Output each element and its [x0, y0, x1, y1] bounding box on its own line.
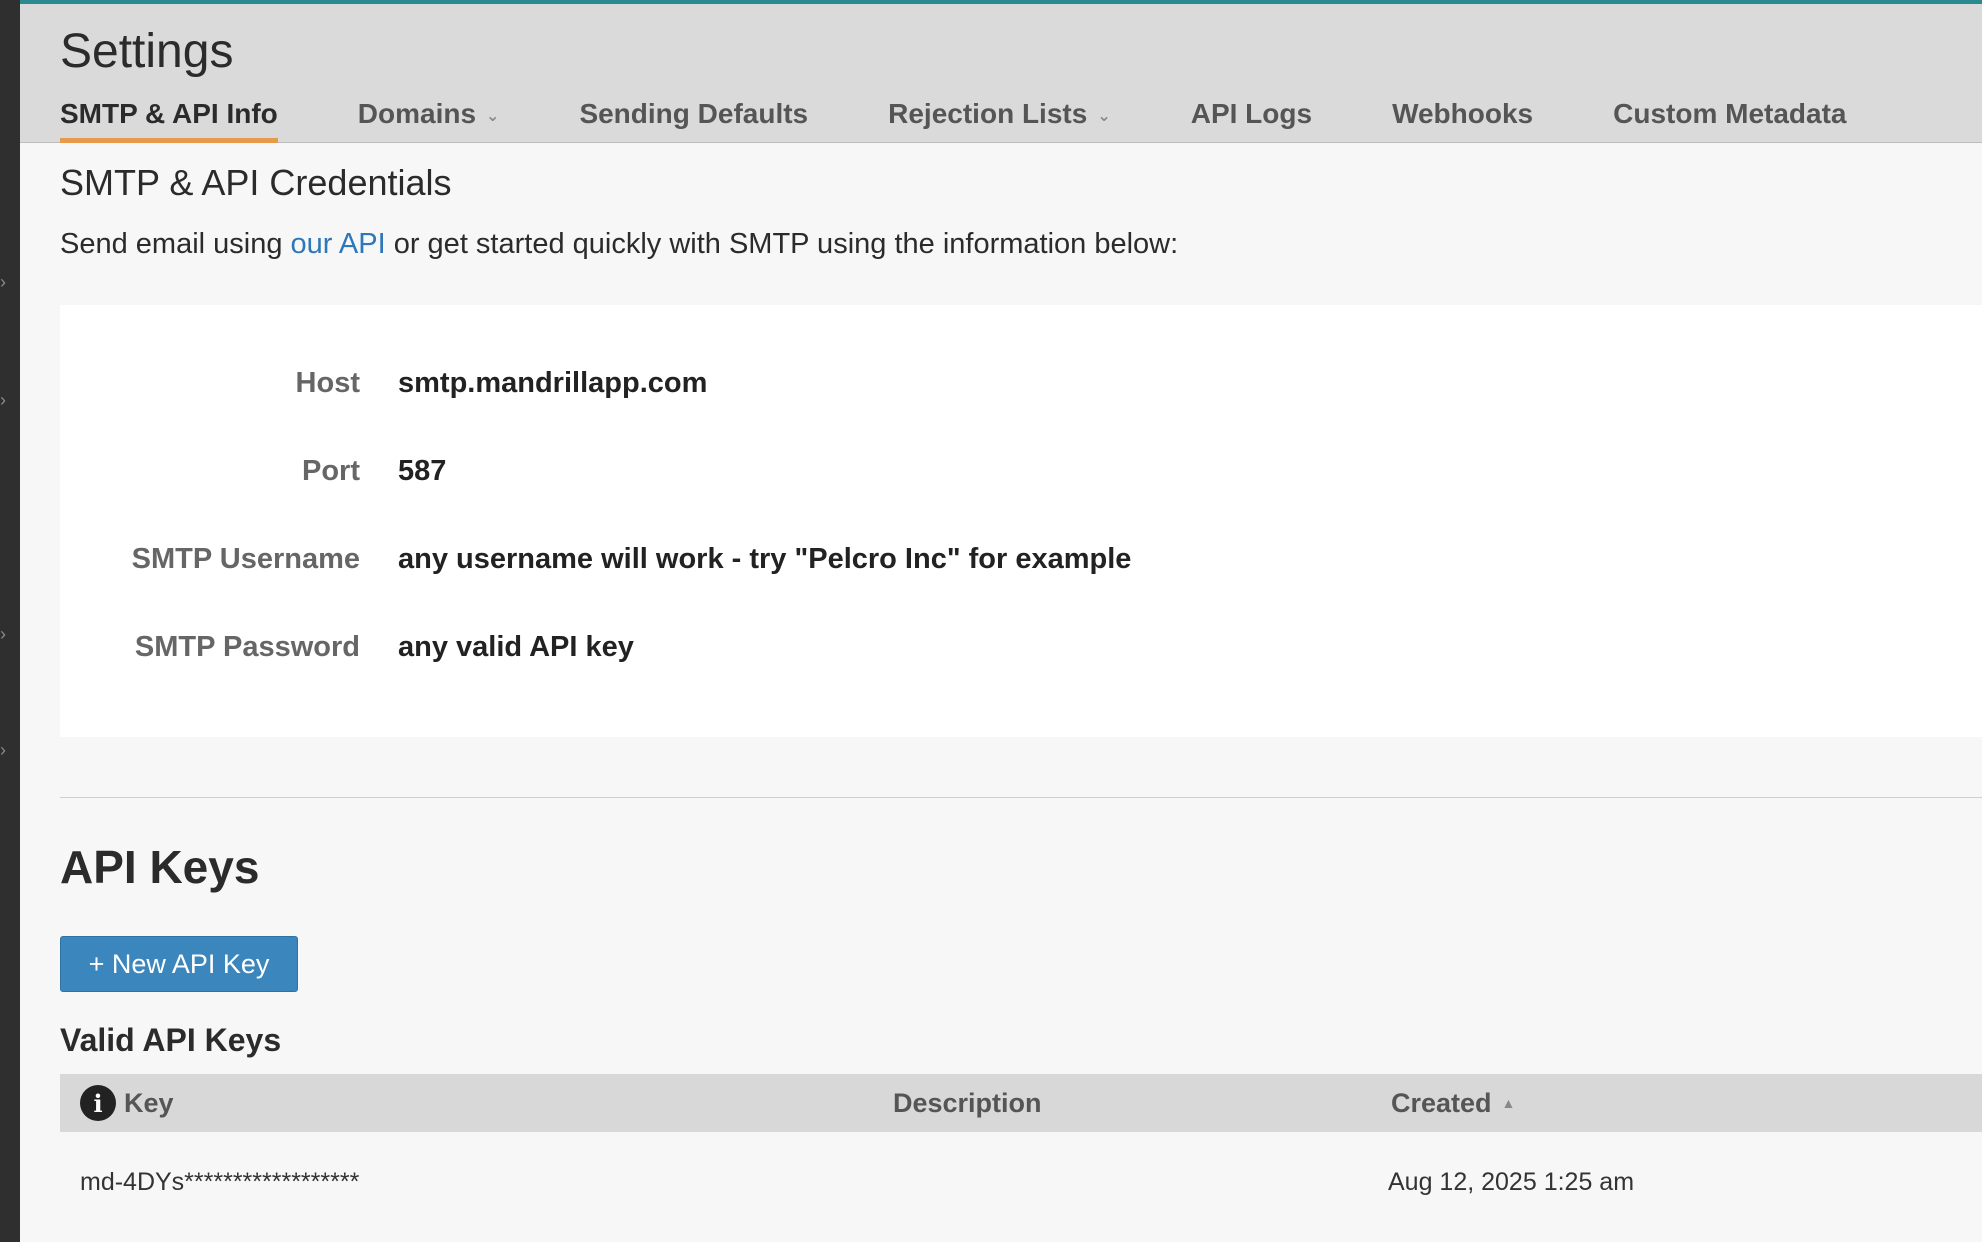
tab-label: Webhooks: [1392, 98, 1534, 129]
tab-label: Domains: [357, 98, 477, 129]
credential-value: 587: [398, 454, 447, 487]
chevron-down-icon: ⌄: [1097, 108, 1111, 125]
column-header-created[interactable]: Created ▲: [1391, 1074, 1515, 1132]
tab-api-logs[interactable]: API Logs: [1191, 92, 1312, 143]
tab-label: Sending Defaults: [579, 98, 809, 129]
api-keys-title: API Keys: [60, 841, 260, 893]
api-key-value: md-4DYs******************: [80, 1168, 360, 1196]
credentials-panel: Host smtp.mandrillapp.com Port 587 SMTP …: [60, 305, 1982, 737]
api-key-created: Aug 12, 2025 1:25 am: [1388, 1168, 1635, 1196]
column-label: Key: [124, 1087, 174, 1118]
chevron-right-icon[interactable]: ›: [0, 740, 14, 760]
tab-custom-metadata[interactable]: Custom Metadata: [1613, 92, 1846, 143]
tab-rejection-lists[interactable]: Rejection Lists ⌄: [888, 92, 1111, 143]
column-label: Description: [893, 1087, 1042, 1118]
tab-webhooks[interactable]: Webhooks: [1392, 92, 1533, 143]
credential-row-host: Host smtp.mandrillapp.com: [60, 363, 708, 403]
credentials-intro: Send email using our API or get started …: [60, 228, 1178, 261]
tab-sending-defaults[interactable]: Sending Defaults: [579, 92, 808, 143]
new-api-key-button[interactable]: + New API Key: [60, 936, 298, 992]
tab-domains[interactable]: Domains ⌄: [358, 92, 500, 143]
settings-header: Settings SMTP & API Info Domains ⌄ Sendi…: [20, 4, 1982, 143]
tab-label: Custom Metadata: [1613, 98, 1847, 129]
tab-label: SMTP & API Info: [60, 98, 278, 129]
info-icon[interactable]: i: [80, 1085, 116, 1121]
left-rail: › › › ›: [0, 0, 20, 1242]
table-row[interactable]: md-4DYs****************** Aug 12, 2025 1…: [60, 1132, 1982, 1236]
intro-text-after: or get started quickly with SMTP using t…: [385, 228, 1179, 260]
sort-ascending-icon[interactable]: ▲: [1502, 1095, 1516, 1111]
column-label: Created: [1391, 1087, 1492, 1118]
credential-label: SMTP Password: [134, 630, 360, 663]
credentials-title: SMTP & API Credentials: [60, 162, 452, 203]
chevron-right-icon[interactable]: ›: [0, 390, 14, 410]
chevron-right-icon[interactable]: ›: [0, 624, 14, 644]
api-keys-table-header: i Key Description Created ▲: [60, 1074, 1982, 1132]
main-content: Settings SMTP & API Info Domains ⌄ Sendi…: [20, 4, 1982, 1242]
credential-value: any username will work - try "Pelcro Inc…: [398, 542, 1132, 575]
chevron-right-icon[interactable]: ›: [0, 272, 14, 292]
credential-label: Host: [295, 366, 360, 399]
credential-value: any valid API key: [398, 630, 634, 663]
credential-value: smtp.mandrillapp.com: [398, 366, 708, 399]
column-header-description[interactable]: Description: [893, 1074, 1042, 1132]
credential-row-password: SMTP Password any valid API key: [60, 627, 634, 667]
credential-row-port: Port 587: [60, 451, 446, 491]
settings-tabs: SMTP & API Info Domains ⌄ Sending Defaul…: [60, 92, 1927, 143]
credential-row-username: SMTP Username any username will work - t…: [60, 539, 1132, 579]
tab-smtp-api-info[interactable]: SMTP & API Info: [60, 92, 278, 143]
tab-label: Rejection Lists: [888, 98, 1088, 129]
intro-text-before: Send email using: [60, 228, 291, 260]
chevron-down-icon: ⌄: [486, 108, 500, 125]
column-header-key[interactable]: i Key: [80, 1074, 174, 1132]
our-api-link[interactable]: our API: [291, 228, 386, 260]
credential-label: SMTP Username: [131, 542, 360, 575]
credential-label: Port: [302, 454, 360, 487]
page-title: Settings: [60, 25, 234, 78]
tab-label: API Logs: [1190, 98, 1313, 129]
section-divider: [60, 797, 1982, 798]
valid-api-keys-title: Valid API Keys: [60, 1022, 282, 1058]
